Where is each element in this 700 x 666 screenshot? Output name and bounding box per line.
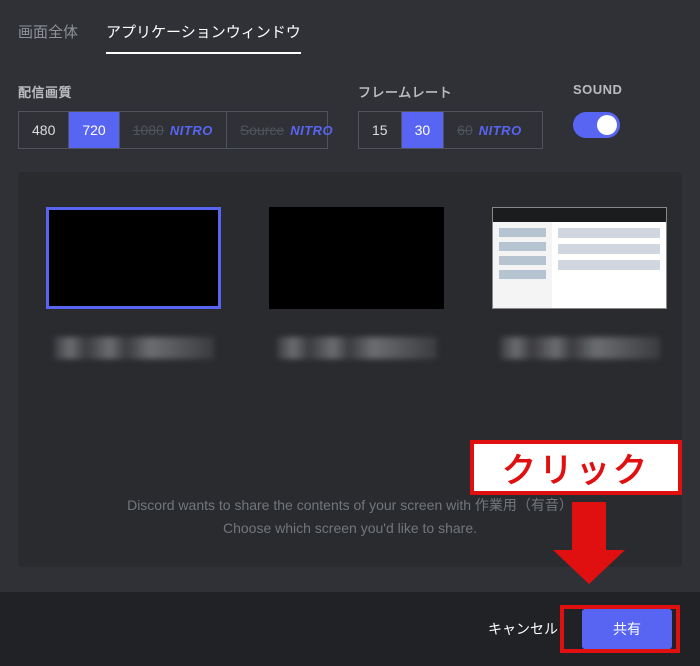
toggle-knob [597,115,617,135]
sound-toggle[interactable] [573,112,620,138]
thumbnail-label [500,337,660,359]
annotation-arrow-icon [553,502,625,584]
thumbnail-preview [46,207,221,309]
fps-label: フレームレート [358,82,543,101]
quality-source-text: Source [240,122,284,138]
sound-group: SOUND [573,82,682,138]
window-thumbnail-2[interactable] [269,207,444,359]
nitro-icon: NITRO [170,123,213,138]
share-button[interactable]: 共有 [582,609,672,649]
quality-source-nitro[interactable]: Source NITRO [227,112,346,148]
tab-full-screen[interactable]: 画面全体 [18,18,78,54]
window-thumbnails [46,207,654,359]
thumbnail-label [54,337,214,359]
fps-30[interactable]: 30 [402,112,445,148]
quality-480[interactable]: 480 [19,112,69,148]
quality-1080-text: 1080 [133,122,164,138]
fps-60-nitro[interactable]: 60 NITRO [444,112,535,148]
nitro-icon: NITRO [479,123,522,138]
quality-label: 配信画質 [18,82,328,101]
quality-segmented: 480 720 1080 NITRO Source NITRO [18,111,328,149]
quality-1080-nitro[interactable]: 1080 NITRO [120,112,227,148]
fps-group: フレームレート 15 30 60 NITRO [358,82,543,149]
fps-60-text: 60 [457,122,473,138]
footer: キャンセル 共有 [0,592,700,666]
quality-720[interactable]: 720 [69,112,119,148]
thumbnail-preview [492,207,667,309]
nitro-icon: NITRO [290,123,333,138]
quality-group: 配信画質 480 720 1080 NITRO Source NITRO [18,82,328,149]
fps-15[interactable]: 15 [359,112,402,148]
cancel-button[interactable]: キャンセル [488,619,558,639]
tab-bar: 画面全体 アプリケーションウィンドウ [18,18,682,54]
thumbnail-preview [269,207,444,309]
fps-segmented: 15 30 60 NITRO [358,111,543,149]
tab-app-window[interactable]: アプリケーションウィンドウ [106,18,301,54]
window-thumbnail-3[interactable] [492,207,667,359]
window-thumbnail-1[interactable] [46,207,221,359]
settings-row: 配信画質 480 720 1080 NITRO Source NITRO フレー… [18,82,682,149]
sound-label: SOUND [573,82,682,97]
thumbnail-label [277,337,437,359]
annotation-click-label: クリック [470,440,682,495]
